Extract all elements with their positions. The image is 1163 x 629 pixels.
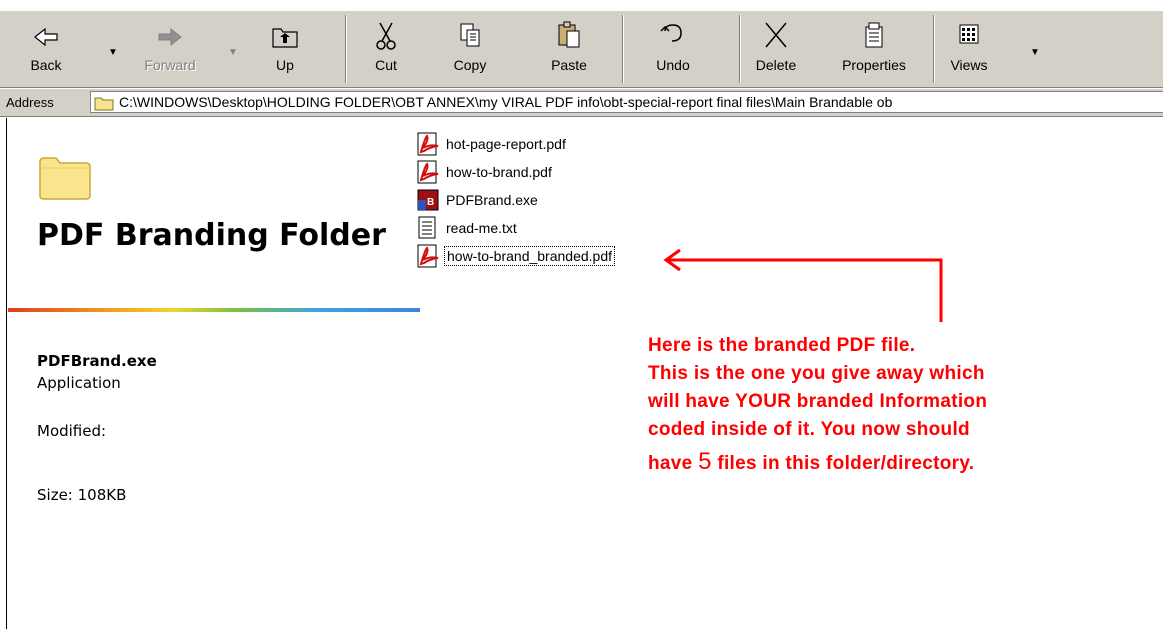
views-label: Views	[950, 57, 988, 73]
views-grid-icon	[959, 24, 979, 44]
txt-icon	[418, 216, 436, 239]
annotation-text-part: files in this folder/directory.	[711, 453, 975, 474]
svg-text:B: B	[427, 197, 434, 208]
delete-label: Delete	[755, 57, 797, 73]
toolbar-separator	[933, 15, 935, 83]
address-value: C:\WINDOWS\Desktop\HOLDING FOLDER\OBT AN…	[119, 94, 893, 110]
forward-label: Forward	[144, 57, 196, 73]
annotation-text-part: have	[648, 453, 699, 474]
up-button[interactable]: Up	[265, 17, 305, 79]
copy-label: Copy	[453, 57, 487, 73]
pdf-icon	[417, 244, 439, 268]
selected-file-name: PDFBrand.exe	[37, 352, 157, 370]
address-label: Address	[6, 95, 54, 110]
toolbar: Back ▼ Forward ▼ Up Cut Copy Paste Undo …	[0, 10, 1163, 88]
toolbar-separator	[345, 15, 347, 83]
modified-label: Modified:	[37, 422, 107, 440]
folder-content-area: PDF Branding Folder PDFBrand.exe Applica…	[0, 118, 1163, 629]
address-bar: Address C:\WINDOWS\Desktop\HOLDING FOLDE…	[0, 89, 1163, 117]
file-count: 5	[698, 448, 712, 475]
info-panel-divider	[8, 308, 420, 312]
folder-title: PDF Branding Folder	[37, 218, 386, 253]
annotation-line: have 5 files in this folder/directory.	[648, 448, 987, 478]
selected-file-type: Application	[37, 374, 121, 392]
file-name: how-to-brand.pdf	[446, 164, 552, 180]
back-dropdown-icon[interactable]: ▼	[108, 47, 118, 58]
top-title-strip	[0, 0, 1163, 10]
address-input[interactable]: C:\WINDOWS\Desktop\HOLDING FOLDER\OBT AN…	[90, 91, 1163, 113]
properties-button[interactable]: Properties	[829, 17, 919, 79]
size-info: Size: 108KB	[37, 486, 127, 504]
pdf-icon	[417, 160, 439, 184]
views-button[interactable]: Views	[944, 17, 994, 79]
exe-icon: B	[417, 189, 439, 211]
undo-label: Undo	[656, 57, 690, 73]
properties-icon	[865, 22, 883, 48]
copy-icon	[460, 23, 480, 47]
toolbar-separator	[622, 15, 624, 83]
cut-label: Cut	[375, 57, 397, 73]
file-name: read-me.txt	[446, 220, 517, 236]
file-name: how-to-brand_branded.pdf	[443, 246, 616, 266]
up-folder-icon	[272, 28, 298, 48]
forward-arrow-icon	[158, 27, 182, 47]
paste-button[interactable]: Paste	[546, 17, 592, 79]
delete-button[interactable]: Delete	[751, 17, 801, 79]
scissors-icon	[376, 22, 396, 50]
file-name: hot-page-report.pdf	[446, 136, 566, 152]
up-label: Up	[276, 57, 294, 73]
annotation-line: will have YOUR branded Information	[648, 391, 988, 412]
annotation-line: This is the one you give away which	[648, 363, 985, 384]
delete-x-icon	[765, 22, 787, 48]
copy-button[interactable]: Copy	[448, 17, 492, 79]
paste-icon	[558, 21, 580, 48]
properties-label: Properties	[842, 57, 906, 73]
forward-button[interactable]: Forward	[135, 17, 205, 79]
pdf-icon	[417, 132, 439, 156]
paste-label: Paste	[551, 57, 587, 73]
large-folder-icon	[39, 157, 91, 200]
cut-button[interactable]: Cut	[366, 17, 406, 79]
back-label: Back	[30, 57, 62, 73]
annotation-arrow	[663, 248, 943, 322]
undo-icon	[660, 24, 682, 42]
toolbar-separator	[739, 15, 741, 83]
folder-icon	[94, 97, 114, 111]
left-border	[0, 118, 7, 629]
views-dropdown-icon[interactable]: ▼	[1030, 47, 1040, 58]
forward-dropdown-icon[interactable]: ▼	[228, 47, 238, 58]
file-name: PDFBrand.exe	[446, 192, 538, 208]
undo-button[interactable]: Undo	[650, 17, 696, 79]
annotation-text: Here is the branded PDF file. This is th…	[648, 332, 987, 478]
back-arrow-icon	[34, 27, 58, 47]
back-button[interactable]: Back	[22, 17, 70, 79]
annotation-line: Here is the branded PDF file.	[648, 335, 916, 356]
annotation-line: coded inside of it. You now should	[648, 419, 970, 440]
